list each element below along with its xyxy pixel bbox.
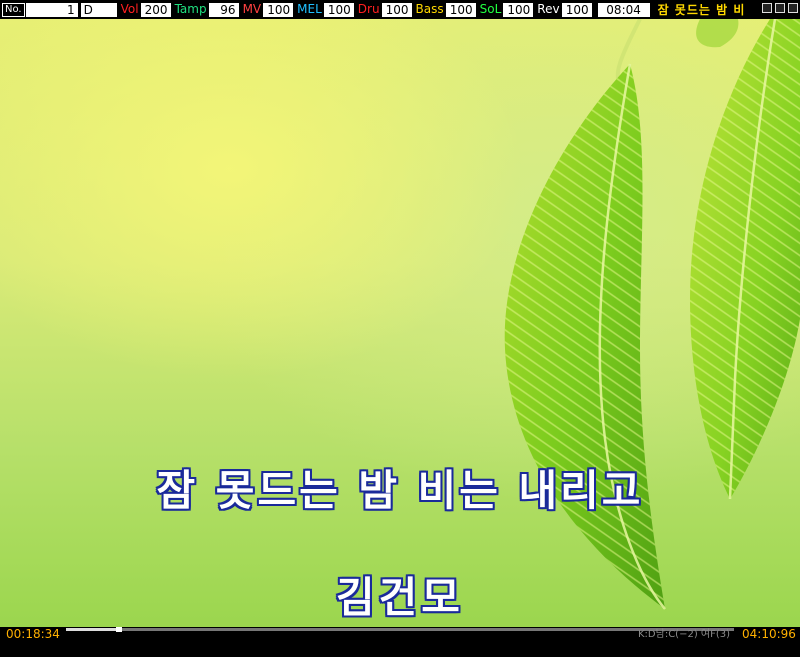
bass-value[interactable]: 100 bbox=[445, 2, 476, 17]
number-label: No. bbox=[2, 2, 25, 17]
karaoke-player-window: No. 1 D Vol 200 Tamp 96 MV 100 MEL 100 D… bbox=[0, 0, 800, 657]
solo-label: SoL bbox=[479, 2, 502, 16]
leaf-background-image bbox=[504, 19, 800, 610]
tempo-label: Tamp bbox=[174, 2, 207, 16]
melody-value[interactable]: 100 bbox=[323, 2, 354, 17]
status-bar: No. 1 D Vol 200 Tamp 96 MV 100 MEL 100 D… bbox=[0, 0, 800, 19]
volume-value[interactable]: 200 bbox=[140, 2, 171, 17]
key-info: K:D남:C(−2) 여F(3) bbox=[638, 629, 731, 640]
key-value: D bbox=[80, 2, 117, 17]
maximize-icon[interactable] bbox=[775, 3, 785, 13]
clock-display: 08:04 bbox=[597, 2, 650, 17]
bass-label: Bass bbox=[415, 2, 444, 16]
minimize-icon[interactable] bbox=[762, 3, 772, 13]
reverb-value[interactable]: 100 bbox=[561, 2, 592, 17]
lyric-artist: 김건모 bbox=[336, 573, 464, 622]
progress-track[interactable] bbox=[66, 627, 734, 632]
mv-value[interactable]: 100 bbox=[263, 2, 294, 17]
reverb-label: Rev bbox=[537, 2, 560, 16]
drum-label: Dru bbox=[357, 2, 380, 16]
playback-bar: 00:18:34 K:D남:C(−2) 여F(3) 04:10:96 bbox=[0, 627, 800, 657]
progress-fill bbox=[66, 628, 120, 631]
progress-thumb[interactable] bbox=[116, 627, 123, 632]
tempo-value[interactable]: 96 bbox=[208, 2, 239, 17]
mv-label: MV bbox=[242, 2, 262, 16]
close-icon[interactable] bbox=[788, 3, 798, 13]
song-title-marquee: 잠 못드는 밤 비 bbox=[657, 3, 746, 17]
melody-label: MEL bbox=[297, 2, 322, 16]
number-value: 1 bbox=[25, 2, 78, 17]
volume-label: Vol bbox=[120, 2, 139, 16]
total-time: 04:10:96 bbox=[742, 627, 796, 641]
drum-value[interactable]: 100 bbox=[381, 2, 412, 17]
lyric-song-title: 잠 못드는 밤 비는 내리고 bbox=[156, 466, 644, 515]
solo-value[interactable]: 100 bbox=[503, 2, 534, 17]
video-background: 잠 못드는 밤 비는 내리고 김건모 bbox=[0, 19, 800, 627]
elapsed-time: 00:18:34 bbox=[6, 627, 60, 641]
